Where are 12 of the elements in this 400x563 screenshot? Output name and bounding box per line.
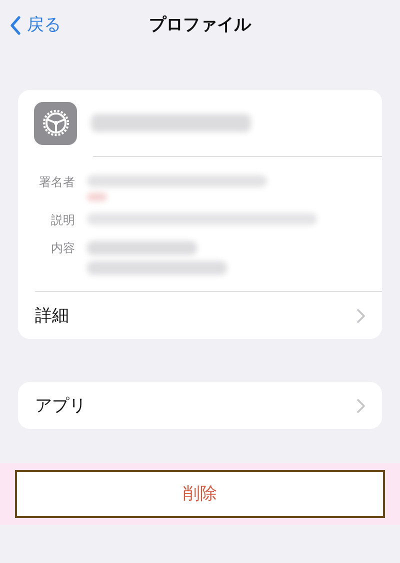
details-row[interactable]: 詳細: [18, 292, 382, 339]
blurred-text: [87, 193, 107, 201]
back-chevron-icon: [10, 16, 21, 34]
field-label: 説明: [50, 212, 75, 229]
field-label: 内容: [50, 240, 75, 257]
delete-button[interactable]: 削除: [15, 470, 385, 518]
apps-row[interactable]: アプリ: [18, 382, 382, 429]
page-title: プロファイル: [149, 14, 251, 36]
chevron-right-icon: [357, 398, 365, 412]
chevron-right-icon: [357, 308, 365, 322]
field-label: 署名者: [38, 174, 75, 191]
settings-icon: [34, 102, 77, 144]
